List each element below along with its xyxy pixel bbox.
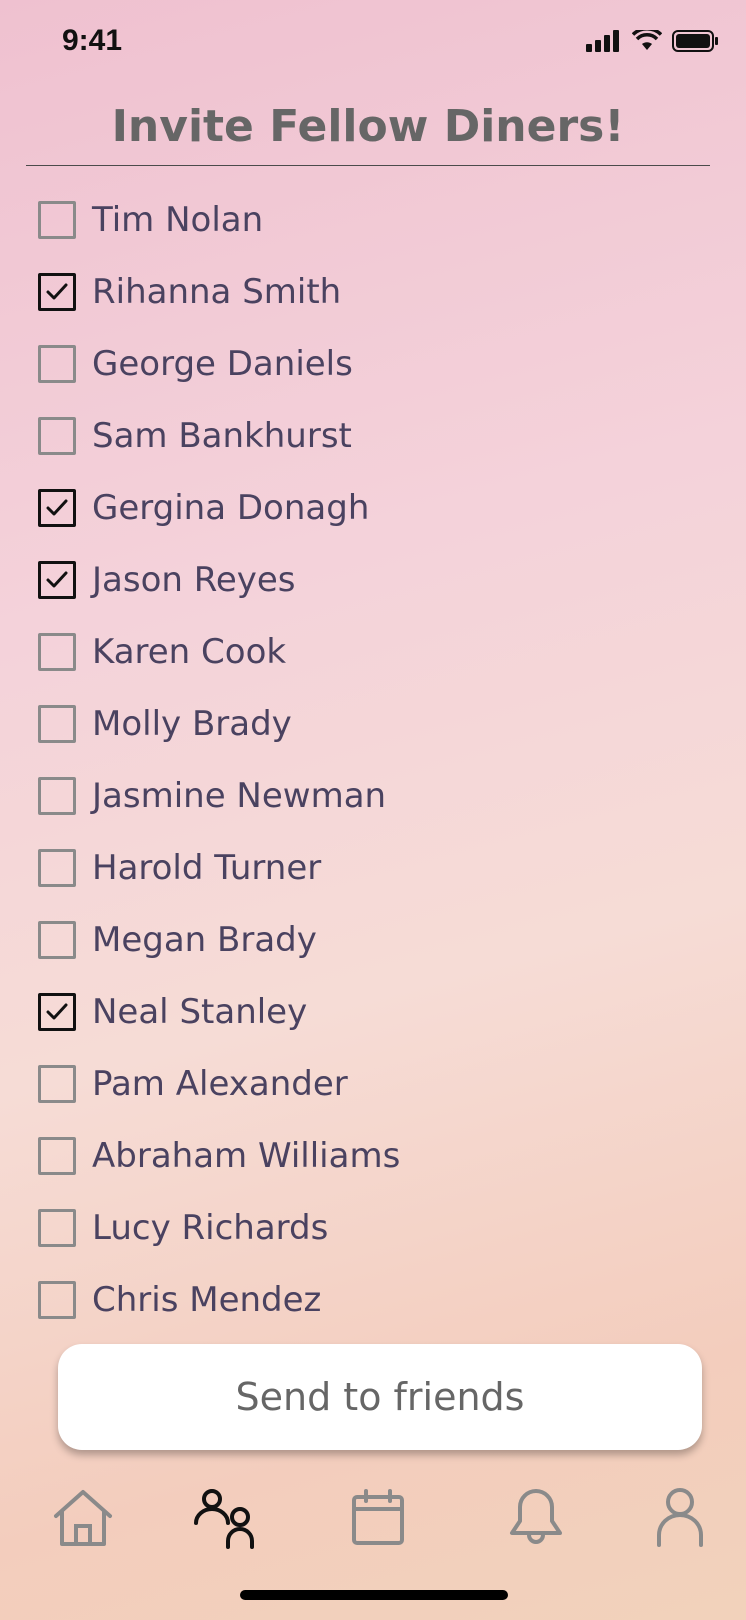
friend-row[interactable]: Pam Alexander [38, 1048, 718, 1120]
invite-checkbox[interactable] [38, 273, 76, 311]
battery-icon [672, 30, 718, 52]
friend-name: Harold Turner [92, 848, 322, 888]
tab-notifications[interactable] [501, 1478, 571, 1558]
invite-checkbox[interactable] [38, 417, 76, 455]
friend-row[interactable]: Gergina Donagh [38, 472, 718, 544]
friend-row[interactable]: Neal Stanley [38, 976, 718, 1048]
invite-checkbox[interactable] [38, 345, 76, 383]
status-bar: 9:41 [0, 0, 746, 88]
status-icons [586, 30, 718, 52]
signal-icon [586, 30, 619, 52]
invite-checkbox[interactable] [38, 1065, 76, 1103]
friend-row[interactable]: Megan Brady [38, 904, 718, 976]
friend-name: Megan Brady [92, 920, 317, 960]
tab-profile[interactable] [645, 1478, 715, 1558]
checkmark-icon [46, 571, 68, 588]
checkmark-icon [46, 283, 68, 300]
friend-row[interactable]: Chris Mendez [38, 1264, 718, 1336]
friend-row[interactable]: Jason Reyes [38, 544, 718, 616]
friend-name: Abraham Williams [92, 1136, 401, 1176]
friend-row[interactable]: George Daniels [38, 328, 718, 400]
friend-name: Jasmine Newman [92, 776, 387, 816]
friend-name: Molly Brady [92, 704, 292, 744]
home-indicator[interactable] [240, 1590, 508, 1600]
tab-friends[interactable] [192, 1478, 262, 1558]
invite-checkbox[interactable] [38, 1281, 76, 1319]
friends-icon [194, 1489, 254, 1549]
friend-name: Chris Mendez [92, 1280, 322, 1320]
friend-list: Tim Nolan Rihanna Smith George Daniels Sam … [38, 184, 718, 1336]
tab-bar [0, 1478, 746, 1558]
calendar-icon [352, 1489, 404, 1545]
send-to-friends-button[interactable]: Send to friends [58, 1344, 702, 1450]
invite-checkbox[interactable] [38, 201, 76, 239]
invite-checkbox[interactable] [38, 849, 76, 887]
bell-icon [510, 1489, 562, 1544]
tab-home[interactable] [48, 1478, 118, 1558]
invite-checkbox[interactable] [38, 921, 76, 959]
checkmark-icon [46, 1003, 68, 1020]
friend-row[interactable]: Abraham Williams [38, 1120, 718, 1192]
friend-name: Jason Reyes [92, 560, 296, 600]
friend-name: Sam Bankhurst [92, 416, 352, 456]
page-title: Invite Fellow Diners! [26, 92, 710, 166]
checkmark-icon [46, 499, 68, 516]
status-time: 9:41 [62, 24, 123, 57]
invite-checkbox[interactable] [38, 561, 76, 599]
invite-checkbox[interactable] [38, 705, 76, 743]
friend-name: Rihanna Smith [92, 272, 342, 312]
friend-name: Gergina Donagh [92, 488, 370, 528]
friend-name: Pam Alexander [92, 1064, 348, 1104]
friend-row[interactable]: Molly Brady [38, 688, 718, 760]
tab-calendar[interactable] [343, 1478, 413, 1558]
invite-checkbox[interactable] [38, 1209, 76, 1247]
friend-name: Tim Nolan [92, 200, 264, 240]
invite-checkbox[interactable] [38, 633, 76, 671]
invite-checkbox[interactable] [38, 777, 76, 815]
friend-name: Neal Stanley [92, 992, 308, 1032]
invite-checkbox[interactable] [38, 1137, 76, 1175]
home-icon [54, 1490, 112, 1546]
friend-name: Lucy Richards [92, 1208, 329, 1248]
profile-icon [657, 1488, 703, 1547]
invite-checkbox[interactable] [38, 489, 76, 527]
friend-row[interactable]: Karen Cook [38, 616, 718, 688]
friend-row[interactable]: Harold Turner [38, 832, 718, 904]
friend-row[interactable]: Rihanna Smith [38, 256, 718, 328]
friend-row[interactable]: Jasmine Newman [38, 760, 718, 832]
invite-checkbox[interactable] [38, 993, 76, 1031]
friend-row[interactable]: Sam Bankhurst [38, 400, 718, 472]
friend-name: George Daniels [92, 344, 353, 384]
friend-name: Karen Cook [92, 632, 287, 672]
friend-row[interactable]: Tim Nolan [38, 184, 718, 256]
friend-row[interactable]: Lucy Richards [38, 1192, 718, 1264]
wifi-icon [632, 30, 662, 50]
